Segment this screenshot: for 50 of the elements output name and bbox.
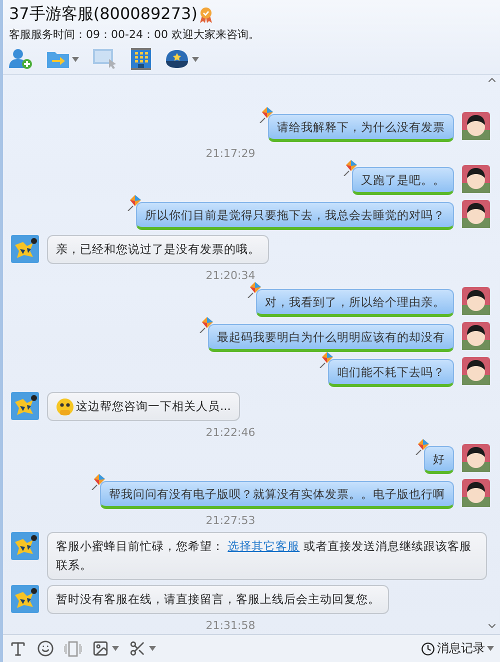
timestamp: 21:20:34 bbox=[206, 269, 256, 282]
timestamp: 21:17:29 bbox=[206, 147, 256, 160]
caret-icon[interactable] bbox=[149, 646, 156, 651]
kite-icon bbox=[319, 352, 333, 368]
kite-icon bbox=[247, 282, 261, 298]
kite-icon bbox=[91, 474, 105, 490]
kite-icon bbox=[199, 317, 213, 333]
vibrate-icon[interactable] bbox=[64, 640, 82, 656]
smiley-icon[interactable] bbox=[37, 640, 54, 657]
kite-icon bbox=[415, 439, 429, 455]
kite-icon bbox=[343, 160, 357, 176]
window-title: 37手游客服(800089273) bbox=[9, 4, 198, 25]
avatar-icon bbox=[462, 165, 490, 193]
received-message-bubble: 客服小蜜蜂目前忙碌，您希望： 选择其它客服 或者直接发送消息继续跟该客服联系。 bbox=[47, 532, 487, 580]
choose-agent-link[interactable]: 选择其它客服 bbox=[228, 539, 300, 553]
kite-icon bbox=[127, 195, 141, 211]
avatar-icon bbox=[11, 235, 39, 263]
font-icon[interactable] bbox=[9, 640, 27, 658]
caret-icon[interactable] bbox=[487, 646, 494, 651]
badge-icon bbox=[199, 6, 214, 22]
avatar-icon bbox=[462, 322, 490, 350]
avatar-icon bbox=[462, 357, 490, 385]
caret-icon[interactable] bbox=[192, 56, 199, 62]
timestamp: 21:22:46 bbox=[206, 426, 256, 439]
caret-icon[interactable] bbox=[72, 56, 79, 62]
service-hours-text: 客服服务时间：09：00-24：00 欢迎大家来咨询。 bbox=[9, 27, 260, 42]
avatar-icon bbox=[462, 287, 490, 315]
avatar-icon bbox=[462, 200, 490, 228]
timestamp: 21:31:58 bbox=[206, 619, 256, 632]
message-history-button[interactable]: 消息记录 bbox=[421, 640, 494, 657]
avatar-icon bbox=[462, 444, 490, 472]
image-icon[interactable] bbox=[92, 640, 109, 657]
timestamp: 21:27:53 bbox=[206, 514, 256, 527]
add-user-icon[interactable] bbox=[9, 48, 33, 70]
folder-arrow-icon[interactable] bbox=[47, 50, 69, 68]
avatar-icon bbox=[11, 392, 39, 420]
cap-icon[interactable] bbox=[165, 49, 189, 69]
avatar-icon bbox=[11, 585, 39, 613]
received-message-bubble: 这边帮您咨询一下相关人员... bbox=[47, 392, 240, 421]
scissors-icon[interactable] bbox=[129, 640, 146, 657]
caret-icon[interactable] bbox=[112, 646, 119, 651]
received-message-bubble: 暂时没有客服在线，请直接留言，客服上线后会主动回复您。 bbox=[47, 585, 389, 614]
avatar-icon bbox=[462, 479, 490, 507]
avatar-icon bbox=[11, 532, 39, 560]
kite-icon bbox=[259, 107, 273, 123]
received-message-bubble: 亲，已经和您说过了是没有发票的哦。 bbox=[47, 235, 269, 264]
building-icon[interactable] bbox=[131, 48, 151, 70]
emoticon-icon bbox=[56, 398, 74, 416]
clock-icon bbox=[421, 642, 435, 656]
avatar-icon bbox=[462, 112, 490, 140]
